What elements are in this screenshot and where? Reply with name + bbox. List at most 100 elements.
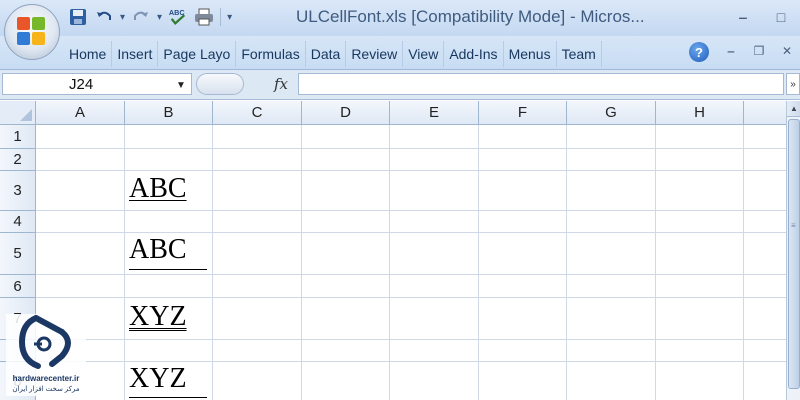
customize-toolbar-icon[interactable]: ▾: [227, 12, 232, 23]
grid-cell[interactable]: [744, 211, 786, 233]
save-icon[interactable]: [68, 7, 88, 27]
column-header-d[interactable]: D: [302, 101, 390, 125]
grid-cell[interactable]: [479, 149, 567, 171]
grid-cell[interactable]: [567, 211, 656, 233]
grid-cell[interactable]: [656, 340, 744, 362]
grid-cell[interactable]: [302, 362, 390, 400]
vertical-scrollbar[interactable]: ▲ ≡: [786, 101, 800, 400]
tab-formulas[interactable]: Formulas: [236, 41, 306, 67]
grid-cell[interactable]: [36, 149, 125, 171]
grid-cell[interactable]: [302, 233, 390, 275]
scroll-thumb[interactable]: ≡: [788, 119, 800, 389]
grid-cell[interactable]: [390, 298, 479, 340]
grid-cell[interactable]: [390, 171, 479, 211]
grid-cell[interactable]: [656, 171, 744, 211]
column-header-i[interactable]: [744, 101, 786, 125]
grid-cell[interactable]: [390, 149, 479, 171]
grid-cell[interactable]: [302, 340, 390, 362]
grid-cell[interactable]: [213, 149, 302, 171]
insert-function-button[interactable]: fx: [274, 75, 288, 93]
select-all-button[interactable]: [0, 101, 36, 125]
name-box-dropdown-icon[interactable]: ▼: [176, 80, 186, 91]
grid-cell[interactable]: [390, 211, 479, 233]
row-header-2[interactable]: 2: [0, 149, 36, 171]
column-header-a[interactable]: A: [36, 101, 125, 125]
grid-cell[interactable]: [302, 298, 390, 340]
grid-cell[interactable]: [479, 362, 567, 400]
formula-toggle-button[interactable]: [196, 73, 244, 95]
tab-review[interactable]: Review: [346, 41, 404, 67]
name-box[interactable]: J24: [2, 73, 192, 95]
grid-cell[interactable]: [213, 340, 302, 362]
grid-cell[interactable]: [744, 125, 786, 149]
column-header-e[interactable]: E: [390, 101, 479, 125]
grid-cell[interactable]: [479, 125, 567, 149]
grid-cell[interactable]: [213, 362, 302, 400]
column-header-f[interactable]: F: [479, 101, 567, 125]
grid-cell[interactable]: [744, 298, 786, 340]
minimize-window-button[interactable]: ‒: [724, 0, 762, 34]
grid-cell[interactable]: [656, 211, 744, 233]
grid-cell[interactable]: [656, 298, 744, 340]
grid-cell[interactable]: [125, 340, 213, 362]
column-header-g[interactable]: G: [567, 101, 656, 125]
grid-cell[interactable]: [744, 362, 786, 400]
grid-cell[interactable]: [36, 233, 125, 275]
grid-cell[interactable]: [479, 211, 567, 233]
tab-menus[interactable]: Menus: [504, 41, 557, 67]
grid-cell[interactable]: [479, 275, 567, 298]
tab-data[interactable]: Data: [306, 41, 347, 67]
grid-cell[interactable]: [656, 275, 744, 298]
row-header-1[interactable]: 1: [0, 125, 36, 149]
grid-cell[interactable]: [36, 211, 125, 233]
grid-cell[interactable]: [390, 362, 479, 400]
grid-cell[interactable]: [302, 275, 390, 298]
scroll-up-icon[interactable]: ▲: [787, 101, 800, 117]
grid-cell[interactable]: [125, 211, 213, 233]
row-header-3[interactable]: 3: [0, 171, 36, 211]
cell-b3[interactable]: ABC: [129, 175, 187, 203]
column-header-b[interactable]: B: [125, 101, 213, 125]
grid-cell[interactable]: [213, 211, 302, 233]
cell-b7[interactable]: XYZ: [129, 303, 187, 331]
grid-cell[interactable]: [744, 275, 786, 298]
grid-cell[interactable]: [567, 340, 656, 362]
grid-cell[interactable]: [479, 298, 567, 340]
office-button[interactable]: [4, 4, 60, 60]
grid-cell[interactable]: [479, 233, 567, 275]
cell-b8[interactable]: XYZ: [129, 363, 211, 400]
grid-cell[interactable]: [567, 171, 656, 211]
cell-b5[interactable]: ABC: [129, 234, 211, 274]
grid-cell[interactable]: [656, 149, 744, 171]
tab-insert[interactable]: Insert: [112, 41, 159, 67]
tab-home[interactable]: Home: [64, 41, 113, 67]
grid-cell[interactable]: [390, 233, 479, 275]
grid-cell[interactable]: [567, 233, 656, 275]
tab-team[interactable]: Team: [557, 41, 602, 67]
grid-cell[interactable]: [213, 298, 302, 340]
grid-cell[interactable]: [213, 233, 302, 275]
minimize-workbook-button[interactable]: ‒: [722, 40, 740, 62]
maximize-window-button[interactable]: □: [762, 0, 800, 34]
grid-cell[interactable]: [744, 233, 786, 275]
grid-cell[interactable]: [479, 171, 567, 211]
close-workbook-button[interactable]: ✕: [778, 40, 796, 62]
redo-dropdown-icon[interactable]: ▾: [157, 12, 162, 23]
formula-input[interactable]: [298, 73, 784, 95]
grid-cell[interactable]: [390, 125, 479, 149]
grid-cell[interactable]: [567, 298, 656, 340]
grid-cell[interactable]: [567, 125, 656, 149]
grid-cell[interactable]: [744, 171, 786, 211]
grid-cell[interactable]: [36, 125, 125, 149]
grid-cell[interactable]: [302, 211, 390, 233]
grid-cell[interactable]: [656, 362, 744, 400]
tab-add-ins[interactable]: Add-Ins: [444, 41, 504, 67]
grid-cell[interactable]: [567, 149, 656, 171]
grid-cell[interactable]: [302, 125, 390, 149]
column-header-c[interactable]: C: [213, 101, 302, 125]
grid-cell[interactable]: [390, 340, 479, 362]
print-icon[interactable]: [194, 7, 214, 27]
grid-cell[interactable]: [125, 125, 213, 149]
grid-cell[interactable]: [36, 275, 125, 298]
grid-cell[interactable]: [744, 340, 786, 362]
